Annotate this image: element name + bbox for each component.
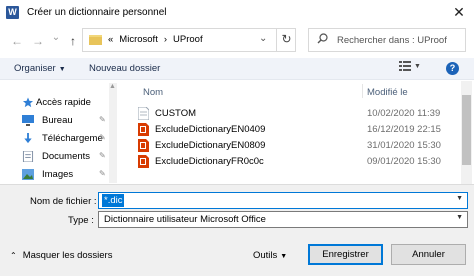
- file-name: CUSTOM: [155, 108, 196, 119]
- breadcrumb[interactable]: « Microsoft › UProof: [108, 34, 209, 45]
- help-button[interactable]: ?: [446, 62, 459, 75]
- file-row[interactable]: CUSTOM 10/02/2020 11:39: [138, 107, 460, 123]
- search-icon: [317, 33, 328, 47]
- file-date: 31/01/2020 15:30: [367, 140, 441, 151]
- search-placeholder: Rechercher dans : UProof: [337, 35, 447, 46]
- office-file-icon: [138, 139, 149, 152]
- dropdown-arrow-icon: ▼: [58, 66, 66, 73]
- chevron-down-icon[interactable]: ▼: [456, 214, 463, 221]
- up-folder-button[interactable]: ↑: [66, 34, 80, 48]
- file-row[interactable]: ExcludeDictionaryFR0c0c 09/01/2020 15:30: [138, 155, 460, 171]
- title-bar: W Créer un dictionnaire personnel ✕: [0, 0, 474, 26]
- nav-item-label: Documents: [42, 151, 91, 162]
- chevron-down-icon[interactable]: ⌄: [259, 33, 267, 44]
- pin-icon: ✎: [99, 169, 106, 178]
- close-button[interactable]: ✕: [448, 2, 470, 22]
- tools-label: Outils: [253, 250, 278, 261]
- chevron-down-icon[interactable]: ▼: [456, 195, 463, 202]
- nav-scrollbar[interactable]: [109, 83, 117, 183]
- forward-button[interactable]: →: [31, 34, 45, 48]
- file-name: ExcludeDictionaryFR0c0c: [155, 156, 264, 167]
- images-icon: [22, 169, 34, 180]
- nav-item-label: Bureau: [42, 115, 73, 126]
- file-type-select[interactable]: Dictionnaire utilisateur Microsoft Offic…: [98, 211, 468, 228]
- view-options-icon[interactable]: [399, 61, 411, 74]
- text-file-icon: [138, 107, 149, 120]
- file-date: 09/01/2020 15:30: [367, 156, 441, 167]
- nav-item-label: Téléchargeme: [42, 133, 103, 144]
- cancel-button[interactable]: Annuler: [391, 244, 466, 265]
- nav-item-label: Images: [42, 169, 74, 180]
- file-name: ExcludeDictionaryEN0409: [155, 124, 266, 135]
- save-button[interactable]: Enregistrer: [308, 244, 383, 265]
- breadcrumb-separator: ›: [163, 34, 168, 45]
- star-icon: [22, 97, 34, 108]
- file-row[interactable]: ExcludeDictionaryEN0809 31/01/2020 15:30: [138, 139, 460, 155]
- scroll-up-arrow-icon[interactable]: ▲: [109, 83, 116, 90]
- organize-label: Organiser: [14, 63, 56, 74]
- dropdown-arrow-icon: ▼: [280, 253, 288, 260]
- column-header-name[interactable]: Nom: [143, 87, 163, 98]
- address-bar[interactable]: « Microsoft › UProof ⌄: [82, 28, 296, 52]
- breadcrumb-uproof[interactable]: UProof: [173, 34, 203, 45]
- file-date: 16/12/2019 22:15: [367, 124, 441, 135]
- refresh-button[interactable]: ↻: [276, 28, 296, 52]
- hide-folders-label: Masquer les dossiers: [22, 250, 113, 261]
- pin-icon: ✎: [99, 115, 106, 124]
- filename-value: *.dic: [102, 194, 125, 207]
- view-dropdown-arrow-icon[interactable]: ▼: [414, 63, 421, 70]
- column-header-date[interactable]: Modifié le: [367, 87, 408, 98]
- filename-field[interactable]: *.dic ▼: [98, 192, 468, 209]
- search-input[interactable]: Rechercher dans : UProof: [308, 28, 466, 52]
- command-toolbar: Organiser ▼ Nouveau dossier ▼ ?: [0, 58, 474, 80]
- folder-icon: [89, 35, 102, 45]
- new-folder-button[interactable]: Nouveau dossier: [89, 63, 160, 74]
- file-name: ExcludeDictionaryEN0809: [155, 140, 266, 151]
- nav-item-label: Accès rapide: [36, 97, 91, 108]
- scrollbar-thumb[interactable]: [462, 95, 471, 165]
- documents-icon: [22, 151, 34, 162]
- pin-icon: ✎: [99, 133, 106, 142]
- chevron-up-icon: ⌃: [10, 251, 17, 260]
- filename-label: Nom de fichier :: [30, 196, 97, 207]
- pin-icon: ✎: [99, 151, 106, 160]
- word-app-icon: W: [6, 6, 19, 19]
- column-divider[interactable]: [362, 84, 363, 98]
- recent-locations-button[interactable]: ⌄: [49, 31, 63, 45]
- office-file-icon: [138, 123, 149, 136]
- file-row[interactable]: ExcludeDictionaryEN0409 16/12/2019 22:15: [138, 123, 460, 139]
- download-icon: [24, 133, 32, 144]
- tools-button[interactable]: Outils ▼: [253, 250, 287, 261]
- back-button[interactable]: ←: [10, 34, 24, 48]
- file-type-value: Dictionnaire utilisateur Microsoft Offic…: [104, 214, 266, 225]
- hide-folders-button[interactable]: ⌃ Masquer les dossiers: [10, 250, 112, 261]
- breadcrumb-overflow[interactable]: «: [108, 34, 113, 45]
- breadcrumb-microsoft[interactable]: Microsoft: [119, 34, 158, 45]
- file-date: 10/02/2020 11:39: [367, 108, 441, 119]
- type-label: Type :: [68, 215, 94, 226]
- organize-button[interactable]: Organiser ▼: [14, 63, 66, 74]
- office-file-icon: [138, 155, 149, 168]
- desktop-icon: [22, 115, 34, 126]
- window-title: Créer un dictionnaire personnel: [27, 7, 167, 18]
